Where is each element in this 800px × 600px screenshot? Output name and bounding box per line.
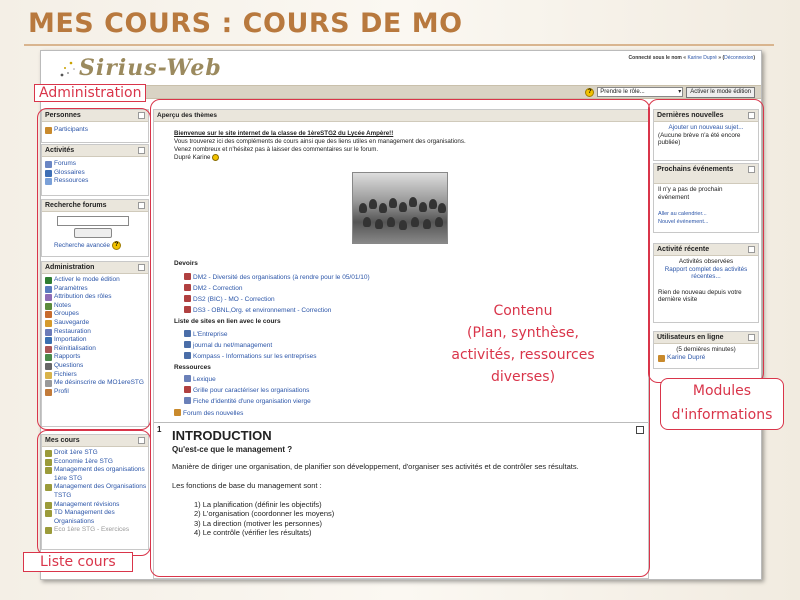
help-icon[interactable]: ? <box>585 87 595 97</box>
role-select[interactable]: Prendre le rôle... <box>597 87 684 97</box>
annotation-content-text: Contenu (Plan, synthèse, activités, ress… <box>440 300 606 388</box>
user-link[interactable]: Karine Dupré <box>687 55 716 61</box>
logo-star-icon <box>60 61 75 77</box>
site-logo[interactable]: Sirius-Web <box>79 55 222 81</box>
annotation-administration-label: Administration <box>34 84 147 102</box>
annotation-modules-region <box>648 99 764 383</box>
title-rule <box>24 44 774 46</box>
annotation-admin-region <box>37 108 151 430</box>
slide-title: MES COURS : COURS DE MO <box>28 8 463 39</box>
annotation-modules-label: Modules d'informations <box>660 378 784 430</box>
annotation-courses-region <box>37 430 151 556</box>
login-info: Connecté sous le nom « Karine Dupré » (D… <box>628 55 755 61</box>
nav-controls: ? Prendre le rôle... Activer le mode édi… <box>585 86 755 98</box>
logout-link[interactable]: Déconnexion <box>724 55 753 61</box>
edit-mode-button[interactable]: Activer le mode édition <box>686 86 755 98</box>
site-header: Sirius-Web Connecté sous le nom « Karine… <box>41 51 761 87</box>
annotation-courses-label: Liste cours <box>23 552 133 572</box>
